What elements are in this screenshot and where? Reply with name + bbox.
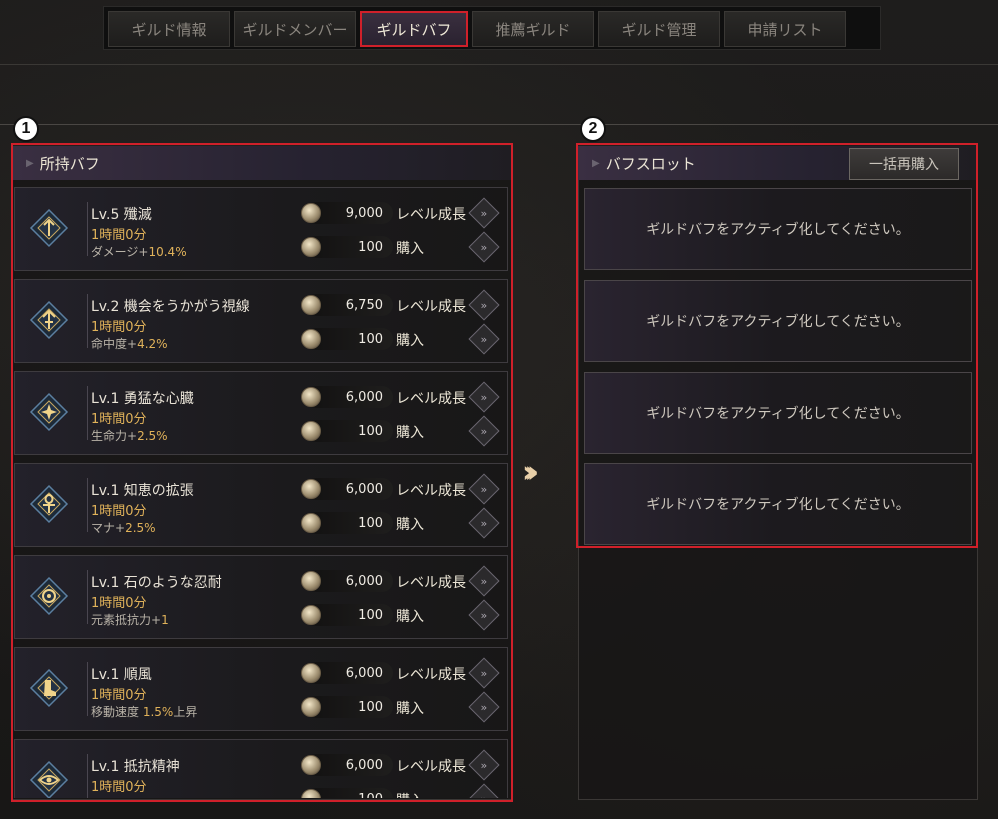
tab-application-list[interactable]: 申請リスト — [724, 11, 846, 47]
tab-guild-info[interactable]: ギルド情報 — [108, 11, 230, 47]
top-divider — [0, 64, 998, 65]
annotation-badge-2: 2 — [580, 116, 606, 142]
tab-guild-members[interactable]: ギルドメンバー — [234, 11, 356, 47]
annotation-badge-1: 1 — [13, 116, 39, 142]
tab-recommended-guilds[interactable]: 推薦ギルド — [472, 11, 594, 47]
section-divider — [0, 124, 998, 125]
tab-guild-buff[interactable]: ギルドバフ — [360, 11, 468, 47]
guild-tab-bar: ギルド情報 ギルドメンバー ギルドバフ 推薦ギルド ギルド管理 申請リスト — [103, 6, 881, 50]
buff-slots-highlight — [576, 143, 978, 548]
tab-guild-management[interactable]: ギルド管理 — [598, 11, 720, 47]
triple-chevron-right-icon: ››› — [522, 455, 539, 490]
owned-buffs-highlight — [11, 143, 513, 802]
